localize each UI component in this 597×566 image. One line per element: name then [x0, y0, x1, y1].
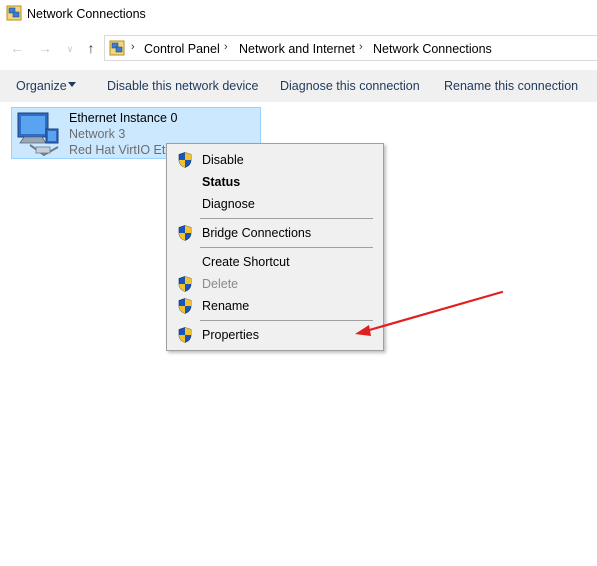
menu-item-diagnose[interactable]: Diagnose	[169, 193, 381, 215]
window-title: Network Connections	[27, 7, 146, 21]
control-panel-icon	[109, 40, 125, 56]
up-arrow-icon[interactable]: ↑	[83, 40, 99, 56]
menu-item-properties[interactable]: Properties	[169, 324, 381, 346]
rename-connection-button[interactable]: Rename this connection	[444, 79, 578, 93]
organize-dropdown-icon[interactable]	[68, 82, 76, 87]
breadcrumb-chevron-icon: ›	[359, 41, 363, 53]
title-bar: Network Connections	[0, 0, 597, 28]
menu-item-label: Rename	[202, 299, 250, 313]
command-bar: Organize Disable this network device Dia…	[0, 70, 597, 102]
connection-network: Network 3	[69, 127, 126, 141]
organize-button[interactable]: Organize	[16, 79, 67, 93]
breadcrumb-chevron-icon: ›	[224, 41, 228, 53]
menu-item-label: Create Shortcut	[202, 255, 290, 269]
diagnose-connection-button[interactable]: Diagnose this connection	[280, 79, 420, 93]
navigation-bar: ← → ∨ ↑ › Control Panel › Network and In…	[0, 34, 597, 64]
menu-separator	[200, 218, 373, 219]
menu-item-disable[interactable]: Disable	[169, 149, 381, 171]
menu-item-status[interactable]: Status	[169, 171, 381, 193]
menu-item-label: Diagnose	[202, 197, 255, 211]
uac-shield-icon	[178, 152, 192, 168]
menu-item-label: Bridge Connections	[202, 226, 312, 240]
breadcrumb-network-and-internet[interactable]: Network and Internet	[239, 42, 355, 56]
menu-item-create-shortcut[interactable]: Create Shortcut	[169, 251, 381, 273]
uac-shield-icon	[178, 327, 192, 343]
ethernet-adapter-icon	[17, 112, 59, 157]
uac-shield-icon	[178, 276, 192, 292]
menu-item-bridge-connections[interactable]: Bridge Connections	[169, 222, 381, 244]
breadcrumb-chevron-icon: ›	[131, 41, 135, 53]
uac-shield-icon	[178, 225, 192, 241]
disable-device-button[interactable]: Disable this network device	[107, 79, 258, 93]
network-connections-icon	[6, 5, 22, 21]
context-menu: Disable Status Diagnose Bridge Connectio…	[166, 143, 384, 351]
menu-item-label: Delete	[202, 277, 239, 291]
breadcrumb-network-connections[interactable]: Network Connections	[373, 42, 492, 56]
connection-name: Ethernet Instance 0	[69, 111, 178, 125]
forward-arrow-icon[interactable]: →	[37, 40, 53, 56]
menu-item-rename[interactable]: Rename	[169, 295, 381, 317]
breadcrumb-control-panel[interactable]: Control Panel	[144, 42, 220, 56]
uac-shield-icon	[178, 298, 192, 314]
menu-item-label: Disable	[202, 153, 244, 167]
menu-separator	[200, 247, 373, 248]
annotation-arrow-shaft	[364, 290, 504, 333]
menu-item-label: Status	[202, 175, 241, 189]
menu-item-delete: Delete	[169, 273, 381, 295]
back-arrow-icon[interactable]: ←	[9, 40, 25, 56]
address-bar[interactable]: › Control Panel › Network and Internet ›…	[104, 35, 597, 61]
menu-item-label: Properties	[202, 328, 259, 342]
menu-separator	[200, 320, 373, 321]
recent-locations-chevron-icon[interactable]: ∨	[62, 41, 78, 57]
connection-adapter: Red Hat VirtIO Ethe	[69, 143, 180, 157]
